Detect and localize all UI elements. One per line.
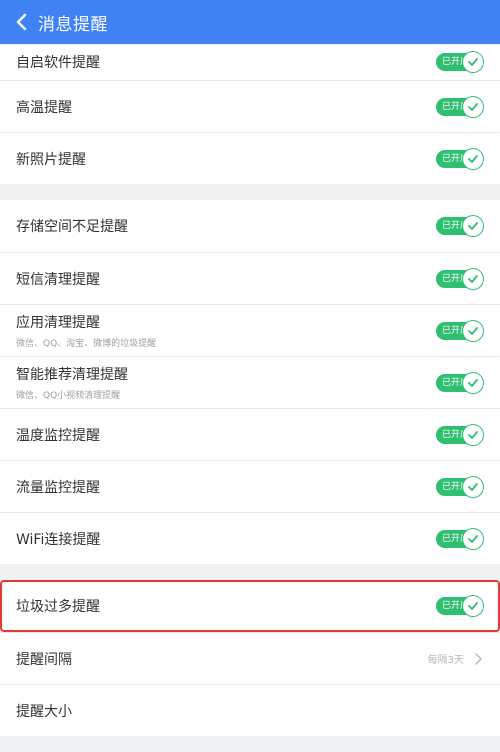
setting-row-junk-overload[interactable]: 垃圾过多提醒 已开启 — [0, 580, 500, 632]
setting-row-app-cleanup[interactable]: 应用清理提醒 微信、QQ、淘宝、微博的垃圾提醒 已开启 — [0, 304, 500, 356]
setting-row-reminder-interval[interactable]: 提醒间隔 每隔3天 — [0, 632, 500, 684]
setting-label: 自启软件提醒 — [16, 55, 100, 71]
setting-row-sms-cleanup[interactable]: 短信清理提醒 已开启 — [0, 252, 500, 304]
check-icon — [463, 528, 483, 549]
setting-row-new-photo[interactable]: 新照片提醒 已开启 — [0, 132, 500, 184]
interval-value: 每隔3天 — [427, 655, 464, 666]
setting-label: 流量监控提醒 — [16, 479, 100, 496]
settings-list: 自启软件提醒 已开启 高温提醒 已开启 新照片提醒 已开启 存储空间不足提醒 已… — [0, 44, 500, 752]
toggle-switch[interactable]: 已开启 — [436, 148, 483, 169]
toggle-switch[interactable]: 已开启 — [436, 476, 483, 497]
check-icon — [463, 96, 483, 117]
setting-label: 提醒大小 — [16, 703, 72, 720]
toggle-switch[interactable]: 已开启 — [436, 424, 483, 445]
check-icon — [463, 596, 483, 616]
toggle-switch[interactable]: 已开启 — [436, 216, 483, 236]
check-icon — [463, 216, 483, 236]
setting-label: 应用清理提醒 — [16, 315, 100, 331]
setting-label: 垃圾过多提醒 — [16, 599, 100, 615]
check-icon — [463, 268, 483, 289]
toggle-switch[interactable]: 已开启 — [436, 372, 483, 393]
check-icon — [463, 148, 483, 169]
page-title: 消息提醒 — [38, 14, 108, 35]
toggle-switch[interactable]: 已开启 — [436, 320, 483, 341]
toggle-switch[interactable]: 已开启 — [436, 268, 483, 289]
setting-row-smart-cleanup[interactable]: 智能推荐清理提醒 微信、QQ小视频清理提醒 已开启 — [0, 356, 500, 408]
setting-description: 微信、QQ、淘宝、微博的垃圾提醒 — [16, 339, 157, 349]
setting-row-temp-monitor[interactable]: 温度监控提醒 已开启 — [0, 408, 500, 460]
toggle-switch[interactable]: 已开启 — [436, 52, 483, 72]
setting-description: 微信、QQ小视频清理提醒 — [16, 391, 121, 401]
check-icon — [463, 320, 483, 341]
setting-row-traffic-monitor[interactable]: 流量监控提醒 已开启 — [0, 460, 500, 512]
setting-label: 高温提醒 — [16, 99, 72, 116]
toggle-switch[interactable]: 已开启 — [436, 596, 483, 616]
setting-row-reminder-size[interactable]: 提醒大小 — [0, 684, 500, 736]
title-bar: 消息提醒 — [0, 0, 500, 44]
setting-label: 温度监控提醒 — [16, 427, 100, 444]
settings-group-system: 自启软件提醒 已开启 高温提醒 已开启 新照片提醒 已开启 — [0, 44, 500, 184]
check-icon — [463, 424, 483, 445]
chevron-right-icon — [475, 652, 482, 665]
setting-row-autostart[interactable]: 自启软件提醒 已开启 — [0, 44, 500, 80]
setting-label: 短信清理提醒 — [16, 271, 100, 288]
check-icon — [463, 52, 483, 72]
setting-row-wifi[interactable]: WiFi连接提醒 已开启 — [0, 512, 500, 564]
group-divider — [0, 736, 500, 752]
setting-row-storage[interactable]: 存储空间不足提醒 已开启 — [0, 200, 500, 252]
toggle-switch[interactable]: 已开启 — [436, 528, 483, 549]
toggle-switch[interactable]: 已开启 — [436, 96, 483, 117]
setting-label: 新照片提醒 — [16, 151, 86, 168]
setting-label: 提醒间隔 — [16, 651, 72, 668]
back-button[interactable] — [6, 0, 36, 44]
setting-label: 智能推荐清理提醒 — [16, 367, 128, 383]
settings-group-cleanup: 存储空间不足提醒 已开启 短信清理提醒 已开启 应用清理提醒 微信、QQ、淘宝、… — [0, 200, 500, 564]
setting-label: WiFi连接提醒 — [16, 531, 101, 548]
setting-row-high-temp[interactable]: 高温提醒 已开启 — [0, 80, 500, 132]
check-icon — [463, 372, 483, 393]
setting-label: 存储空间不足提醒 — [16, 219, 128, 235]
chevron-left-icon — [16, 13, 27, 31]
check-icon — [463, 476, 483, 497]
settings-group-junk: 垃圾过多提醒 已开启 提醒间隔 每隔3天 提醒大小 — [0, 580, 500, 736]
group-divider — [0, 184, 500, 200]
group-divider — [0, 564, 500, 580]
